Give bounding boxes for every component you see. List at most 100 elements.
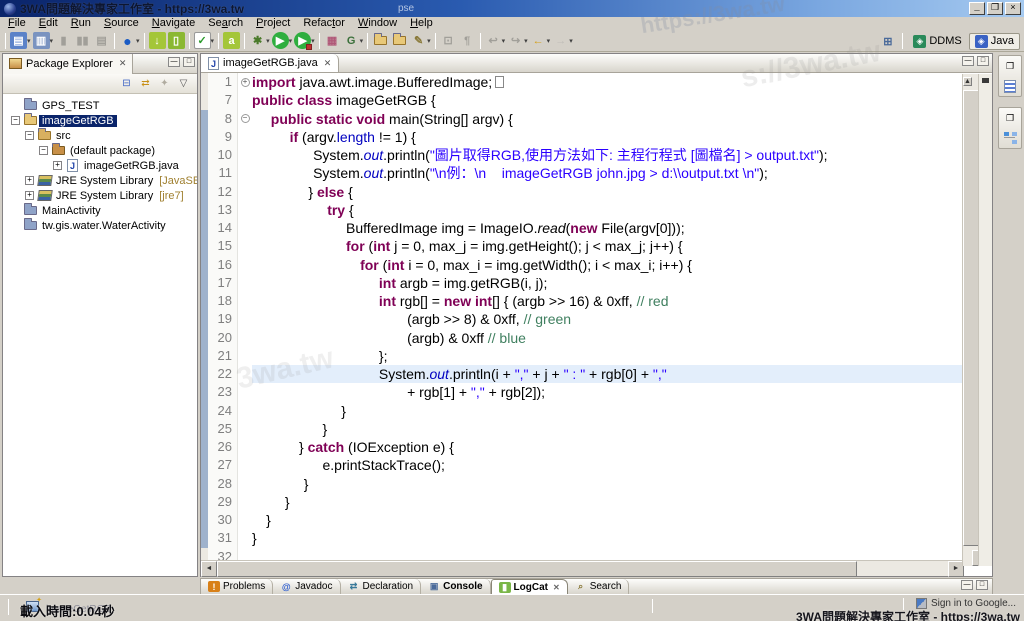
bottom-minimize-button[interactable]: — (961, 580, 973, 590)
tree-item[interactable]: GPS_TEST (3, 98, 197, 113)
code-line[interactable]: 11System.out.println("\n例：\n imageGetRGB… (201, 164, 992, 182)
collapse-all-icon[interactable]: ⊟ (119, 76, 134, 91)
android-sdk-manager-icon[interactable]: ↓ (149, 32, 166, 49)
tree-item[interactable]: +JRE System Library[jre7] (3, 188, 197, 203)
menu-help[interactable]: Help (404, 17, 439, 30)
expand-icon[interactable]: + (51, 161, 64, 170)
open-type-icon-dropdown[interactable]: ▾ (360, 37, 364, 45)
outline-view-icon[interactable] (1002, 79, 1018, 93)
fold-minus-icon[interactable]: − (238, 110, 252, 128)
editor-vertical-scrollbar[interactable]: ▲▼ (962, 74, 978, 566)
code-line[interactable]: 10System.out.println("圖片取得RGB,使用方法如下: 主程… (201, 146, 992, 164)
last-edit-location-icon-dropdown[interactable]: ▾ (502, 37, 506, 45)
code-line[interactable]: 13try { (201, 201, 992, 219)
fold-plus-icon[interactable]: + (238, 73, 252, 91)
new-java-project-icon-dropdown[interactable]: ▾ (50, 37, 54, 45)
tab-problems[interactable]: !Problems (201, 579, 273, 594)
tab-search[interactable]: ⌕Search (568, 579, 630, 594)
tree-item[interactable]: tw.gis.water.WaterActivity (3, 218, 197, 233)
package-explorer-tree[interactable]: GPS_TEST−imageGetRGB−src−(default packag… (3, 94, 197, 576)
code-line[interactable]: 22System.out.println(i + "," + j + " : "… (201, 365, 992, 383)
hierarchy-view-icon[interactable] (1002, 131, 1018, 145)
new-java-project-icon[interactable]: ▥ (33, 32, 50, 49)
editor-horizontal-scrollbar[interactable]: ◄► (201, 560, 964, 576)
restore-button[interactable]: ❐ (987, 2, 1003, 15)
code-editor[interactable]: 1+import java.awt.image.BufferedImage;7p… (201, 73, 992, 565)
editor-tab-close-icon[interactable]: ✕ (324, 58, 332, 69)
tree-item[interactable]: +JRE System Library[JavaSE-1.7] (3, 173, 197, 188)
code-line[interactable]: 15for (int j = 0, max_j = img.getHeight(… (201, 237, 992, 255)
open-perspective-icon[interactable]: ⊞ (879, 33, 896, 50)
tab-declaration[interactable]: ⇄Declaration (341, 579, 422, 594)
back-icon[interactable]: ← (530, 32, 547, 49)
run-icon[interactable]: ▶ (272, 32, 289, 49)
verify-check-icon[interactable]: ✓ (194, 32, 211, 49)
package-explorer-tab[interactable]: Package Explorer ✕ (3, 54, 133, 74)
collapse-icon[interactable]: − (37, 146, 50, 155)
editor-tab-imageGetRGB[interactable]: J imageGetRGB.java ✕ (201, 54, 339, 72)
debug-icon-dropdown[interactable]: ▾ (266, 37, 270, 45)
menu-refactor[interactable]: Refactor (297, 17, 351, 30)
code-line[interactable]: 31} (201, 529, 992, 547)
bottom-maximize-button[interactable]: □ (976, 580, 988, 590)
tree-item[interactable]: −(default package) (3, 143, 197, 158)
code-line[interactable]: 30} (201, 511, 992, 529)
code-line[interactable]: 27e.printStackTrace(); (201, 456, 992, 474)
collapse-icon[interactable]: − (23, 131, 36, 140)
code-line[interactable]: 14BufferedImage img = ImageIO.read(new F… (201, 219, 992, 237)
tree-item[interactable]: −imageGetRGB (3, 113, 197, 128)
back-icon-dropdown[interactable]: ▾ (547, 37, 551, 45)
blue-sphere-icon[interactable]: ● (119, 32, 136, 49)
restore-view-icon[interactable]: ❐ (1002, 111, 1018, 125)
verify-check-icon-dropdown[interactable]: ▾ (211, 37, 215, 45)
code-line[interactable]: 29} (201, 493, 992, 511)
minimize-button[interactable]: _ (969, 2, 985, 15)
android-avd-manager-icon[interactable]: ▯ (168, 32, 185, 49)
new-wizard-icon-dropdown[interactable]: ▾ (27, 37, 31, 45)
menu-search[interactable]: Search (202, 17, 249, 30)
open-resource-icon[interactable] (391, 32, 408, 49)
tree-item[interactable]: −src (3, 128, 197, 143)
close-button[interactable]: × (1005, 2, 1021, 15)
code-line[interactable]: 9if (argv.length != 1) { (201, 128, 992, 146)
code-line[interactable]: 20(argb) & 0xff // blue (201, 329, 992, 347)
menu-project[interactable]: Project (250, 17, 296, 30)
coverage-grid-icon[interactable]: ▦ (324, 32, 341, 49)
overview-ruler[interactable] (978, 74, 992, 566)
tab-logcat[interactable]: ▮LogCat✕ (491, 579, 568, 594)
link-with-editor-icon[interactable]: ⇄ (138, 76, 153, 91)
expand-icon[interactable]: + (23, 191, 36, 200)
menu-navigate[interactable]: Navigate (146, 17, 201, 30)
editor-maximize-button[interactable]: □ (977, 56, 989, 66)
code-line[interactable]: 12} else { (201, 183, 992, 201)
perspective-ddms[interactable]: ◈DDMS (908, 34, 966, 49)
menu-edit[interactable]: Edit (33, 17, 64, 30)
code-line[interactable]: 16for (int i = 0, max_i = img.getWidth()… (201, 256, 992, 274)
forward-icon-dropdown[interactable]: ▾ (569, 37, 573, 45)
menu-run[interactable]: Run (65, 17, 97, 30)
focus-icon[interactable]: ✦ (157, 76, 172, 91)
tab-javadoc[interactable]: @Javadoc (273, 579, 340, 594)
maximize-view-button[interactable]: □ (183, 57, 195, 67)
annotate-pencil-icon-dropdown[interactable]: ▾ (427, 37, 431, 45)
minimize-view-button[interactable]: — (168, 57, 180, 67)
menu-file[interactable]: File (2, 17, 32, 30)
view-menu-icon[interactable]: ▽ (176, 76, 191, 91)
tab-close-icon[interactable]: ✕ (553, 583, 560, 592)
code-line[interactable]: 1+import java.awt.image.BufferedImage; (201, 73, 992, 91)
new-android-project-icon[interactable]: a (223, 32, 240, 49)
code-line[interactable]: 21}; (201, 347, 992, 365)
code-line[interactable]: 19(argb >> 8) & 0xff, // green (201, 310, 992, 328)
run-icon-dropdown[interactable]: ▾ (289, 37, 293, 45)
code-line[interactable]: 24} (201, 402, 992, 420)
tree-item[interactable]: +JimageGetRGB.java (3, 158, 197, 173)
expand-icon[interactable]: + (23, 176, 36, 185)
code-line[interactable]: 7public class imageGetRGB { (201, 91, 992, 109)
debug-icon[interactable]: ✱ (249, 32, 266, 49)
open-type-icon[interactable]: G (343, 32, 360, 49)
code-line[interactable]: 26} catch (IOException e) { (201, 438, 992, 456)
new-wizard-icon[interactable]: ▤ (10, 32, 27, 49)
blue-sphere-icon-dropdown[interactable]: ▾ (136, 37, 140, 45)
code-line[interactable]: 28} (201, 475, 992, 493)
code-line[interactable]: 23+ rgb[1] + "," + rgb[2]); (201, 383, 992, 401)
